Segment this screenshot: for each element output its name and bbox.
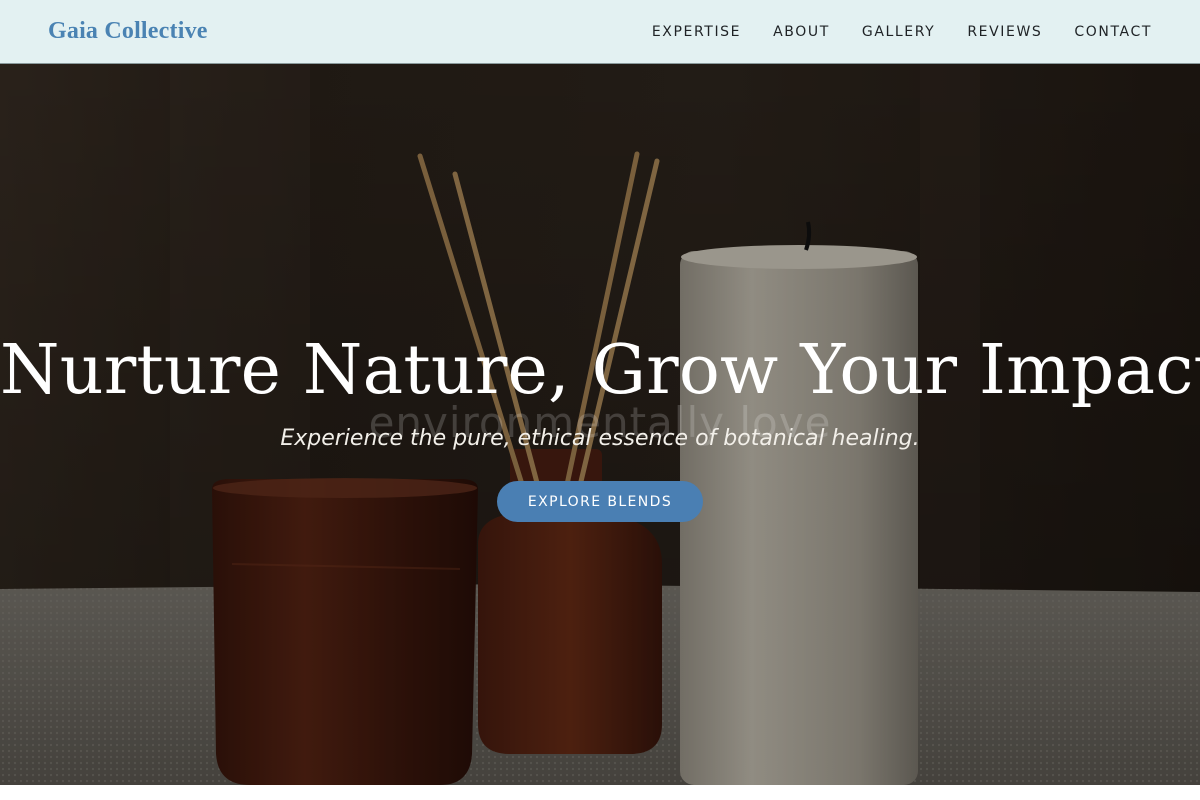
nav-link-gallery[interactable]: GALLERY [862,24,935,40]
nav-link-expertise[interactable]: EXPERTISE [652,24,741,40]
page-bottom-strip [0,785,1200,800]
main-nav: EXPERTISE ABOUT GALLERY REVIEWS CONTACT [652,24,1152,40]
hero-tagline: Experience the pure, ethical essence of … [280,426,920,451]
nav-link-reviews[interactable]: REVIEWS [967,24,1042,40]
nav-link-about[interactable]: ABOUT [773,24,830,40]
hero-section: environmentally love Nurture Nature, Gro… [0,64,1200,785]
hero-content: environmentally love Nurture Nature, Gro… [0,64,1200,785]
nav-link-contact[interactable]: CONTACT [1074,24,1152,40]
brand-logo-link[interactable]: Gaia Collective [48,18,208,45]
explore-blends-button[interactable]: EXPLORE BLENDS [497,481,703,522]
hero-headline: Nurture Nature, Grow Your Impact. [0,331,1200,410]
top-navbar: Gaia Collective EXPERTISE ABOUT GALLERY … [0,0,1200,64]
